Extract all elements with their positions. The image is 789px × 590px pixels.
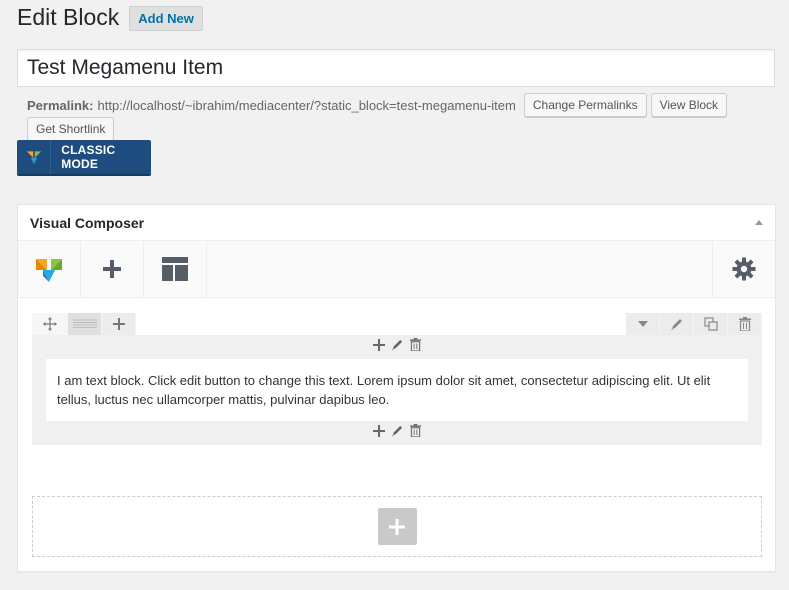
get-shortlink-button[interactable]: Get Shortlink [27,117,115,141]
vc-logo-icon [17,140,52,174]
add-row-button[interactable] [377,508,417,545]
vc-row: I am text block. Click edit button to ch… [32,313,762,445]
row-layout-icon[interactable] [68,313,102,335]
clone-row-icon[interactable] [694,313,728,335]
permalink-label: Permalink: [27,97,94,113]
vc-toolbar [18,241,775,298]
page-title: Edit Block [17,4,120,30]
page-header: Edit Block Add New [17,4,203,31]
add-element-icon[interactable] [373,424,385,442]
add-new-button[interactable]: Add New [129,6,203,31]
vc-panel-title: Visual Composer [30,214,145,231]
collapse-arrow-icon[interactable] [755,220,763,225]
add-column-icon[interactable] [102,313,136,335]
edit-row-pencil-icon[interactable] [660,313,694,335]
toggle-row-icon[interactable] [626,313,660,335]
visual-composer-panel: Visual Composer I am text block. Click e… [17,204,776,572]
move-icon[interactable] [32,313,68,335]
gear-icon[interactable] [712,241,775,297]
classic-mode-button[interactable]: CLASSIC MODE [17,140,151,176]
text-block-element[interactable]: I am text block. Click edit button to ch… [46,359,748,421]
delete-element-trash-icon[interactable] [410,424,421,442]
vc-logo-icon[interactable] [18,241,81,297]
shortlink-row: Get Shortlink [27,117,115,141]
column-controls-bottom [32,421,762,445]
view-block-button[interactable]: View Block [650,93,728,117]
change-permalinks-button[interactable]: Change Permalinks [523,93,647,117]
post-title-input[interactable]: Test Megamenu Item [17,49,775,87]
row-controls [32,313,762,335]
classic-mode-label: CLASSIC MODE [61,143,116,171]
add-element-icon[interactable] [373,338,385,356]
vc-column: I am text block. Click edit button to ch… [32,335,762,445]
add-element-icon[interactable] [81,241,144,297]
edit-element-pencil-icon[interactable] [391,424,404,442]
permalink-row: Permalink: http://localhost/~ibrahim/med… [27,93,728,117]
templates-layout-icon[interactable] [144,241,207,297]
permalink-url[interactable]: http://localhost/~ibrahim/mediacenter/?s… [97,98,515,113]
delete-row-trash-icon[interactable] [728,313,762,335]
vc-panel-header[interactable]: Visual Composer [18,205,775,241]
delete-column-trash-icon[interactable] [410,338,421,356]
column-controls-top [32,335,762,359]
add-row-area [32,496,762,557]
edit-column-pencil-icon[interactable] [391,338,404,356]
